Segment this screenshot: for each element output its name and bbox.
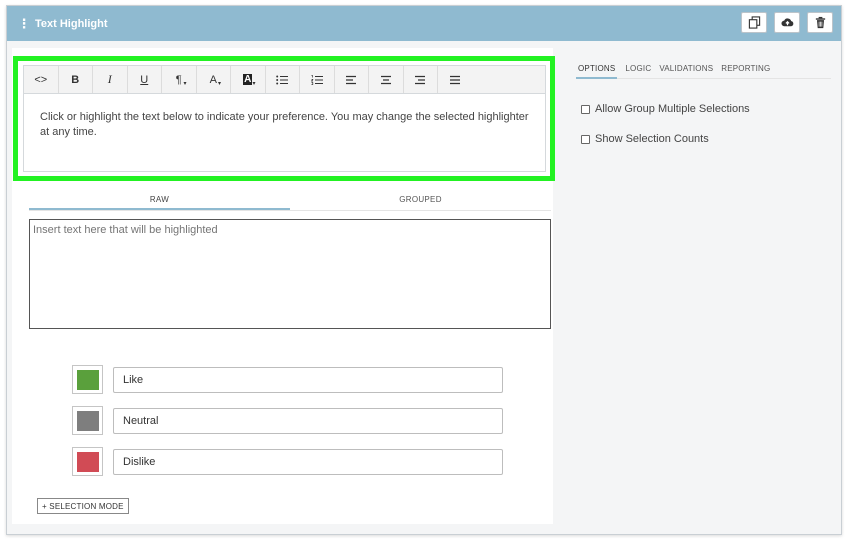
options-panel: OPTIONS LOGIC VALIDATIONS REPORTING Allo… (576, 62, 831, 145)
align-right-button[interactable] (404, 66, 438, 93)
align-center-button[interactable] (369, 66, 404, 93)
align-left-icon (346, 75, 357, 84)
bold-icon: B (71, 73, 80, 86)
trash-icon (815, 16, 825, 29)
background-color-button[interactable]: A ▾ (231, 66, 266, 93)
text-view-tabs: RAW GROUPED (29, 191, 551, 211)
highlighter-row-like: Like (72, 365, 503, 394)
card-header: ⋮ Text Highlight (7, 6, 841, 41)
option-label: Allow Group Multiple Selections (595, 103, 750, 115)
copy-button[interactable] (741, 12, 767, 33)
italic-icon: I (107, 72, 112, 86)
chevron-down-icon: ▾ (217, 81, 221, 87)
tab-reporting[interactable]: REPORTING (721, 62, 770, 79)
background-color-icon: A (243, 74, 253, 85)
highlighter-label-input[interactable]: Dislike (113, 448, 503, 475)
tab-logic[interactable]: LOGIC (625, 62, 651, 79)
align-right-icon (415, 75, 426, 84)
numbered-list-icon (310, 74, 323, 85)
color-picker-neutral[interactable] (72, 406, 103, 435)
show-selection-counts-option[interactable]: Show Selection Counts (581, 133, 709, 145)
options-tabs: OPTIONS LOGIC VALIDATIONS REPORTING (576, 62, 831, 79)
color-swatch (76, 369, 99, 390)
question-card: ⋮ Text Highlight <> B I U ¶ ▾ A ▾ A ▾ Cl… (6, 5, 842, 535)
underline-button[interactable]: U (128, 66, 162, 93)
option-label: Show Selection Counts (595, 133, 709, 145)
bullet-list-icon (276, 75, 289, 84)
highlight-text-input[interactable] (29, 219, 551, 329)
tab-grouped[interactable]: GROUPED (290, 191, 551, 210)
justify-button[interactable] (438, 66, 473, 93)
color-swatch (76, 451, 99, 472)
align-center-icon (380, 75, 391, 84)
align-left-button[interactable] (335, 66, 369, 93)
chevron-down-icon: ▾ (183, 81, 187, 87)
paragraph-button[interactable]: ¶ ▾ (162, 66, 197, 93)
highlighter-row-neutral: Neutral (72, 406, 503, 435)
delete-button[interactable] (807, 12, 833, 33)
editor-toolbar: <> B I U ¶ ▾ A ▾ A ▾ (24, 66, 545, 94)
rich-text-editor: <> B I U ¶ ▾ A ▾ A ▾ Click or highlight … (23, 65, 546, 172)
code-view-button[interactable]: <> (24, 66, 59, 93)
highlighter-label-input[interactable]: Like (113, 366, 503, 393)
chevron-down-icon: ▾ (252, 81, 256, 87)
font-color-button[interactable]: A ▾ (197, 66, 231, 93)
unordered-list-button[interactable] (266, 66, 300, 93)
tab-raw[interactable]: RAW (29, 191, 290, 210)
editor-content[interactable]: Click or highlight the text below to ind… (24, 94, 545, 140)
align-justify-icon (450, 75, 461, 84)
checkbox[interactable] (581, 104, 590, 114)
color-swatch (76, 410, 99, 431)
selection-mode-button[interactable]: + SELECTION MODE (37, 498, 129, 514)
ordered-list-button[interactable] (300, 66, 335, 93)
allow-group-multiple-option[interactable]: Allow Group Multiple Selections (581, 103, 750, 115)
bold-button[interactable]: B (59, 66, 93, 93)
copy-icon (748, 16, 760, 29)
drag-handle-icon[interactable]: ⋮ (17, 17, 31, 30)
header-actions (741, 12, 833, 33)
checkbox[interactable] (581, 134, 590, 144)
paragraph-icon: ¶ (175, 73, 182, 86)
highlighter-row-dislike: Dislike (72, 447, 503, 476)
font-color-icon: A (209, 73, 217, 86)
color-picker-dislike[interactable] (72, 447, 103, 476)
italic-button[interactable]: I (93, 66, 128, 93)
underline-icon: U (140, 73, 149, 86)
card-title: Text Highlight (35, 17, 108, 30)
upload-button[interactable] (774, 12, 800, 33)
tab-validations[interactable]: VALIDATIONS (659, 62, 713, 79)
code-icon: <> (34, 73, 48, 86)
cloud-upload-icon (780, 18, 793, 27)
highlighter-label-input[interactable]: Neutral (113, 407, 503, 434)
question-editor-panel: <> B I U ¶ ▾ A ▾ A ▾ Click or highlight … (12, 48, 553, 524)
color-picker-like[interactable] (72, 365, 103, 394)
tab-options[interactable]: OPTIONS (576, 62, 618, 79)
